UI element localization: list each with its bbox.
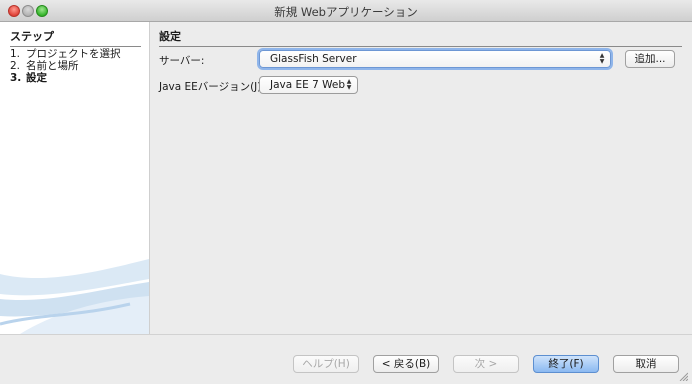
back-button[interactable]: < 戻る(B) [373,355,439,373]
finish-button[interactable]: 終了(F) [533,355,599,373]
select-arrows-icon: ▲ ▼ [346,78,352,91]
next-button[interactable]: 次 > [453,355,519,373]
javaee-version-value: Java EE 7 Web [270,79,346,91]
step-item-current: 3. 設定 [10,72,121,84]
select-arrows-icon: ▲ ▼ [599,52,605,65]
step-number: 3. [10,72,22,84]
resize-grip-icon[interactable] [678,371,688,381]
cancel-button[interactable]: 取消 [613,355,679,373]
step-label: プロジェクトを選択 [26,48,121,60]
step-item: 1. プロジェクトを選択 [10,48,121,60]
server-select[interactable]: GlassFish Server ▲ ▼ [259,50,611,68]
step-number: 2. [10,60,21,72]
server-label: サーバー: [159,55,205,67]
steps-heading: ステップ [10,28,141,47]
step-number: 1. [10,48,21,60]
settings-heading: 設定 [159,28,682,47]
javaee-version-select[interactable]: Java EE 7 Web ▲ ▼ [259,76,358,94]
help-button[interactable]: ヘルプ(H) [293,355,359,373]
server-select-value: GlassFish Server [270,53,357,65]
new-web-app-dialog: 新規 Webアプリケーション ステップ 1. プロジェクトを選択 2. 名前と場所 … [0,0,692,384]
settings-panel: 設定 サーバー: GlassFish Server ▲ ▼ 追加... Java … [150,22,692,334]
window-title: 新規 Webアプリケーション [274,5,418,19]
step-item: 2. 名前と場所 [10,60,121,72]
step-label: 名前と場所 [26,60,79,72]
step-label: 設定 [26,72,47,84]
title-bar: 新規 Webアプリケーション [0,0,692,22]
steps-panel: ステップ 1. プロジェクトを選択 2. 名前と場所 3. 設定 [0,22,150,334]
steps-list: 1. プロジェクトを選択 2. 名前と場所 3. 設定 [10,48,121,84]
javaee-version-label: Java EEバージョン(J): [159,81,265,93]
add-server-button[interactable]: 追加... [625,50,675,68]
wizard-decoration-graphic [0,259,149,334]
footer-divider [0,334,692,335]
